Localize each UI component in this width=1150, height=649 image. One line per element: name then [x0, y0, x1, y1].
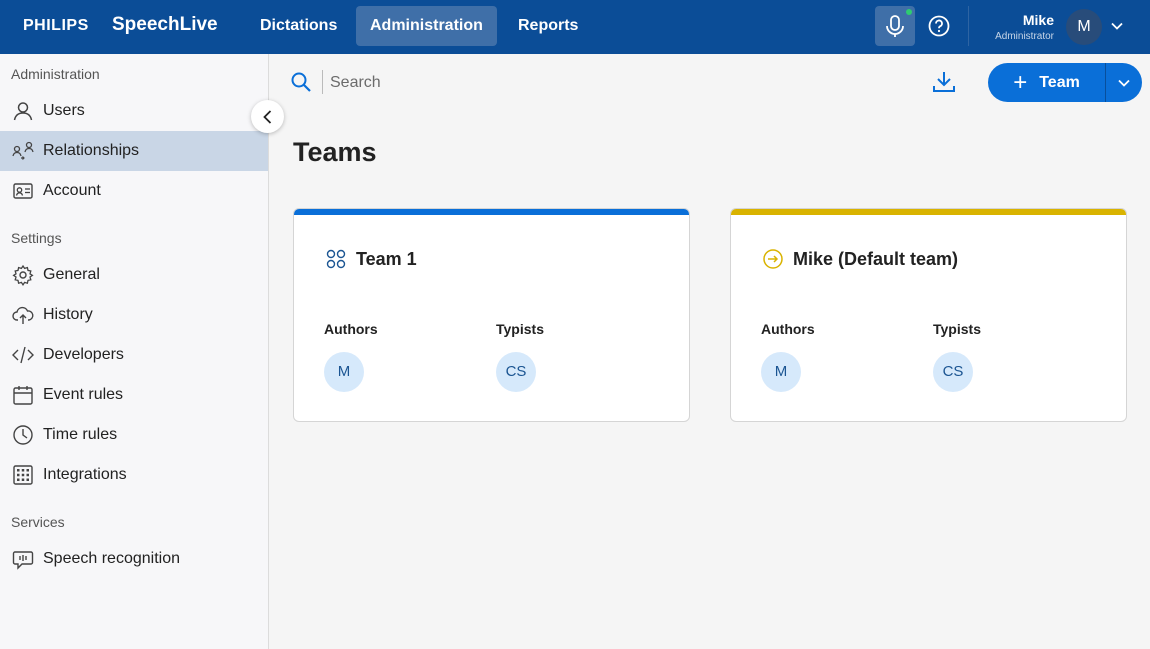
user-icon — [12, 100, 34, 122]
sidebar-item-account[interactable]: Account — [0, 171, 268, 211]
sidebar: Administration Users Relationships Accou… — [0, 54, 269, 649]
clock-icon — [12, 424, 34, 446]
user-menu-toggle[interactable] — [1110, 19, 1124, 33]
collapse-sidebar-button[interactable] — [251, 100, 284, 133]
card-accent-bar — [731, 209, 1126, 215]
status-dot — [906, 9, 912, 15]
card-header: Team 1 — [324, 247, 417, 271]
download-button[interactable] — [930, 68, 958, 96]
arrow-circle-icon — [761, 247, 785, 271]
team-circles-icon — [324, 247, 348, 271]
sidebar-item-label: Integrations — [43, 466, 127, 483]
speech-bubble-icon — [12, 548, 34, 570]
product-name[interactable]: SpeechLive — [112, 14, 218, 36]
team-name: Mike (Default team) — [793, 248, 959, 269]
team-name: Team 1 — [356, 248, 417, 269]
typists-label: Typists — [496, 321, 544, 337]
microphone-button[interactable] — [875, 6, 915, 46]
sidebar-item-time-rules[interactable]: Time rules — [0, 415, 268, 455]
sidebar-item-label: History — [43, 306, 93, 323]
download-icon — [933, 72, 955, 92]
card-header: Mike (Default team) — [761, 247, 958, 271]
search-bar — [290, 68, 640, 98]
sidebar-item-developers[interactable]: Developers — [0, 335, 268, 375]
cloud-upload-icon — [12, 304, 34, 326]
add-team-label: Team — [1039, 73, 1080, 91]
top-bar: PHILIPS SpeechLive Dictations Administra… — [0, 0, 1150, 54]
sidebar-item-label: Speech recognition — [43, 550, 180, 567]
sidebar-item-relationships[interactable]: Relationships — [0, 131, 268, 171]
nav-administration[interactable]: Administration — [356, 6, 497, 46]
sidebar-item-history[interactable]: History — [0, 295, 268, 335]
section-administration: Administration — [11, 66, 100, 82]
sidebar-item-integrations[interactable]: Integrations — [0, 455, 268, 495]
gear-icon — [12, 264, 34, 286]
search-icon[interactable] — [290, 71, 312, 93]
calendar-icon — [12, 384, 34, 406]
avatar[interactable]: M — [1066, 9, 1102, 45]
sidebar-item-event-rules[interactable]: Event rules — [0, 375, 268, 415]
authors-label: Authors — [761, 321, 815, 337]
user-role: Administrator — [995, 31, 1054, 42]
brand-logo: PHILIPS — [23, 17, 89, 34]
add-team-button[interactable]: + Team — [988, 63, 1105, 102]
typists-label: Typists — [933, 321, 981, 337]
sidebar-item-label: Account — [43, 182, 101, 199]
search-divider — [322, 70, 323, 94]
relationships-icon — [12, 140, 34, 162]
chevron-left-icon — [262, 109, 271, 124]
help-icon — [928, 15, 950, 37]
code-icon — [12, 344, 34, 366]
typist-avatar[interactable]: CS — [933, 352, 973, 392]
nav-dictations[interactable]: Dictations — [246, 6, 351, 46]
plus-icon: + — [1013, 68, 1028, 96]
help-button[interactable] — [925, 12, 953, 40]
add-team-dropdown-button[interactable] — [1106, 63, 1142, 102]
sidebar-item-label: Time rules — [43, 426, 118, 443]
grid-icon — [12, 464, 34, 486]
chevron-down-icon — [1111, 22, 1123, 30]
typist-avatar[interactable]: CS — [496, 352, 536, 392]
divider — [968, 6, 969, 46]
sidebar-item-label: Users — [43, 102, 85, 119]
sidebar-item-label: General — [43, 266, 100, 283]
sidebar-item-label: Event rules — [43, 386, 124, 403]
id-card-icon — [12, 180, 34, 202]
author-avatar[interactable]: M — [761, 352, 801, 392]
search-input[interactable] — [330, 70, 630, 96]
section-settings: Settings — [11, 230, 62, 246]
user-name[interactable]: Mike — [1023, 12, 1054, 28]
nav-reports[interactable]: Reports — [504, 6, 592, 46]
sidebar-item-label: Developers — [43, 346, 124, 363]
sidebar-item-general[interactable]: General — [0, 255, 268, 295]
authors-label: Authors — [324, 321, 378, 337]
chevron-down-icon — [1118, 79, 1130, 87]
sidebar-item-users[interactable]: Users — [0, 91, 268, 131]
sidebar-item-speech-recognition[interactable]: Speech recognition — [0, 539, 268, 579]
add-team-button-group: + Team — [988, 63, 1142, 102]
page-title: Teams — [293, 137, 377, 167]
author-avatar[interactable]: M — [324, 352, 364, 392]
team-card[interactable]: Team 1 Authors Typists M CS — [293, 208, 690, 422]
sidebar-item-label: Relationships — [43, 142, 140, 159]
section-services: Services — [11, 514, 65, 530]
card-accent-bar — [294, 209, 689, 215]
team-card[interactable]: Mike (Default team) Authors Typists M CS — [730, 208, 1127, 422]
